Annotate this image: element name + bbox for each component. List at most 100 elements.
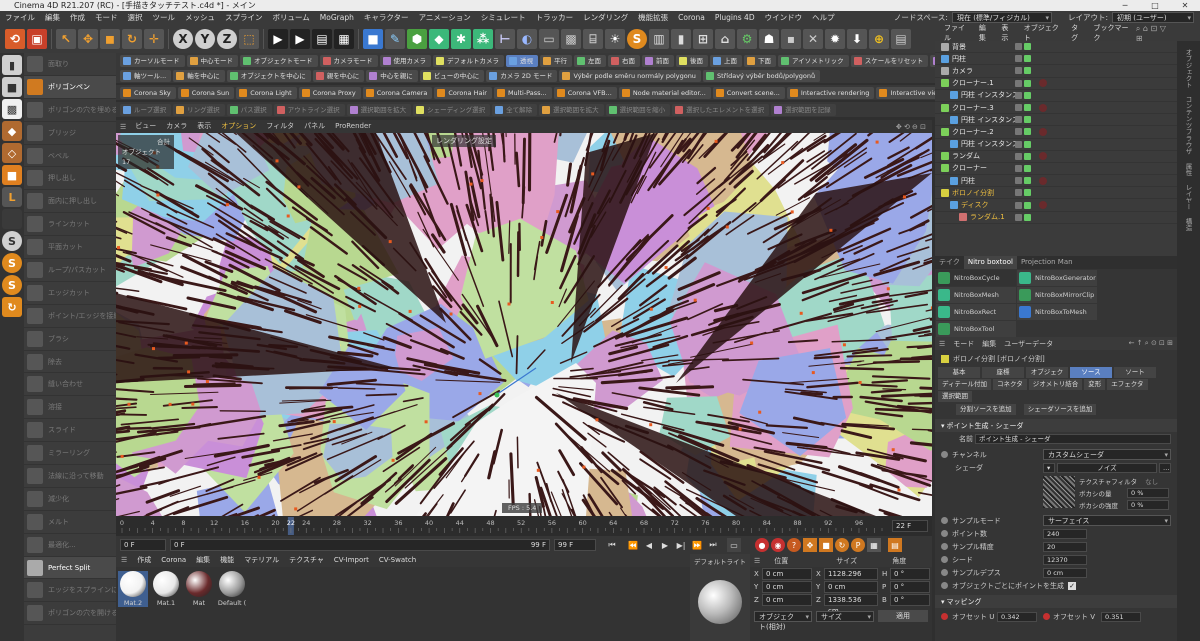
maximize-button[interactable]: □ [1140,0,1170,11]
mode_row4-button-9[interactable]: 選択したエレメントを選択 [672,103,770,116]
precision-anim-dot[interactable] [941,543,948,550]
tool-item-2[interactable]: ポリゴンの穴を埋める [24,99,116,122]
material-tag[interactable] [1039,201,1047,210]
object-visibility-flags[interactable] [1015,67,1031,75]
attr-menu-icon[interactable]: ☰ [939,340,945,348]
mode_row3-button-7[interactable]: Corona VFB... [553,86,617,99]
points-field[interactable]: 240 [1043,528,1087,539]
nodespace-select[interactable]: 現在 (標準/フィジカル) [951,12,1052,23]
autokey-icon[interactable]: ◉ [771,538,785,552]
deformer-icon[interactable]: ⊢ [495,29,515,49]
edge-mode-icon[interactable]: ◇ [2,143,22,163]
tool-item-15[interactable]: 溶接 [24,396,116,420]
go-to-start-icon[interactable]: ⏮ [605,538,619,552]
editor-visibility-toggle[interactable] [1015,67,1022,75]
menu-item-8[interactable]: ボリューム [268,11,315,25]
mode_row1-button-12[interactable]: 上面 [710,54,742,67]
material-item[interactable]: Mat.1 [151,571,181,607]
shader-field[interactable]: ノイズ [1057,462,1157,473]
environment-icon[interactable]: ▩ [561,29,581,49]
coords-position-x-field[interactable]: 0 cm [762,567,812,580]
point-mode-icon[interactable]: ◆ [2,121,22,141]
enable-checkmark[interactable] [1024,189,1031,197]
coords-size-z-field[interactable]: 1338.536 cm [824,593,878,615]
mode_row3-button-3[interactable]: Corona Proxy [298,86,361,99]
menu-item-15[interactable]: 機能拡張 [633,11,673,25]
move-icon[interactable]: ✥ [78,29,98,49]
offset-v-field[interactable]: 0.351 [1101,611,1141,622]
material-menu-3[interactable]: 機能 [215,554,239,567]
object-visibility-flags[interactable] [1015,43,1031,51]
offset-u-field[interactable]: 0.342 [997,611,1037,622]
points-anim-dot[interactable] [941,530,948,537]
material-tag[interactable] [1039,152,1047,161]
material-menu-1[interactable]: Corona [156,554,191,567]
axis-y-lock-button[interactable]: Y [195,29,215,49]
attr-tab-tabs_row2-4[interactable]: エフェクタ [1107,379,1148,390]
attr-tab-tabs_row2-2[interactable]: ジオメトリ結合 [1028,379,1083,390]
menu-item-12[interactable]: シミュレート [476,11,531,25]
fix-icon[interactable]: ▪ [781,29,801,49]
object-row[interactable]: 円柱 インスタンス [935,114,1177,127]
viewport-nav-icons[interactable]: ✥ ⟲ ⊖ ⊡ [896,123,926,131]
undo-icon[interactable]: ⟲ [5,29,25,49]
start-frame-field[interactable]: 0 F [120,539,166,551]
keyframe-selection-icon[interactable]: ? [787,538,801,552]
enable-checkmark[interactable] [1024,79,1031,87]
tool-item-19[interactable]: 減少化 [24,488,116,511]
tool-item-23[interactable]: エッジをスプラインに [24,579,116,603]
mograph-cloner-icon[interactable]: ✱ [451,29,471,49]
redo-icon[interactable]: ▣ [27,29,47,49]
tool-item-0[interactable]: 面取り [24,53,116,76]
side-tab-2[interactable]: 属性 [1183,163,1193,176]
tool-item-21[interactable]: 最適化... [24,534,116,557]
snap-settings-icon[interactable]: S [2,253,22,273]
add-shader-source-button[interactable]: シェーダソースを追加 [1023,404,1097,415]
material-tag[interactable] [1039,176,1047,185]
mode_row4-button-0[interactable]: ループ選択 [120,103,172,116]
mode_row3-button-9[interactable]: Convert scene... [712,86,785,99]
param-key-icon[interactable]: P [851,538,865,552]
nitro-button-0[interactable]: NitroBoxCycle [936,270,1016,286]
prev-frame-icon[interactable]: ◀ [642,538,656,552]
polygon-mode-icon[interactable]: ■ [2,165,22,185]
mode_row3-button-2[interactable]: Corona Light [236,86,297,99]
loop-icon[interactable]: ▭ [727,538,741,552]
timeline-window-icon[interactable]: ▤ [888,538,902,552]
viewport-menu-2[interactable]: 表示 [192,120,216,133]
nitro-button-6[interactable]: NitroBoxTool [936,321,1016,337]
object-visibility-flags[interactable] [1015,104,1031,112]
mode_row4-button-5[interactable]: シェーディング選択 [413,103,491,116]
quantize-icon[interactable]: S [2,275,22,295]
coords-size-y-field[interactable]: 0 cm [824,580,878,593]
rotate-icon[interactable]: ↻ [122,29,142,49]
magnet-icon[interactable]: ↻ [2,297,22,317]
viewport-menu-3[interactable]: オプション [216,120,261,133]
precision-field[interactable]: 20 [1043,541,1087,552]
tool-item-1[interactable]: ポリゴンペン [24,75,116,99]
object-row[interactable]: ディスク [935,199,1177,212]
rotation-key-icon[interactable]: ↻ [835,538,849,552]
side-tab-4[interactable]: 構造 [1183,218,1193,231]
material-menu-7[interactable]: CV-Swatch [374,554,421,567]
corona-logo-icon[interactable]: S [627,29,647,49]
attr-tab-tabs_row1-0[interactable]: 基本 [938,367,980,378]
mode_row1-button-3[interactable]: カメラモード [319,54,378,67]
noise-thumbnail[interactable] [1043,476,1075,508]
menu-item-16[interactable]: Corona [673,11,710,25]
editor-visibility-toggle[interactable] [1015,152,1022,160]
seed-field[interactable]: 12370 [1043,554,1087,565]
attr-tab-tabs_row1-1[interactable]: 座標 [982,367,1024,378]
section-mapping-header[interactable]: ▾ マッピング [935,595,1177,608]
preview-range-slider[interactable]: 0 F 99 F [170,539,550,551]
editor-visibility-toggle[interactable] [1015,201,1022,209]
object-visibility-flags[interactable] [1015,177,1031,185]
tool-item-6[interactable]: 面内に押し出し [24,190,116,214]
object-row[interactable]: 背景 [935,41,1177,54]
axis-x-lock-button[interactable]: X [173,29,193,49]
coords-mode-select[interactable]: オブジェクト(相対) [754,610,812,631]
seed-anim-dot[interactable] [941,556,948,563]
object-visibility-flags[interactable] [1015,201,1031,209]
nitro-button-5[interactable]: NitroBoxToMesh [1017,304,1097,320]
panel-tab-1[interactable]: Nitro boxtool [963,256,1017,269]
